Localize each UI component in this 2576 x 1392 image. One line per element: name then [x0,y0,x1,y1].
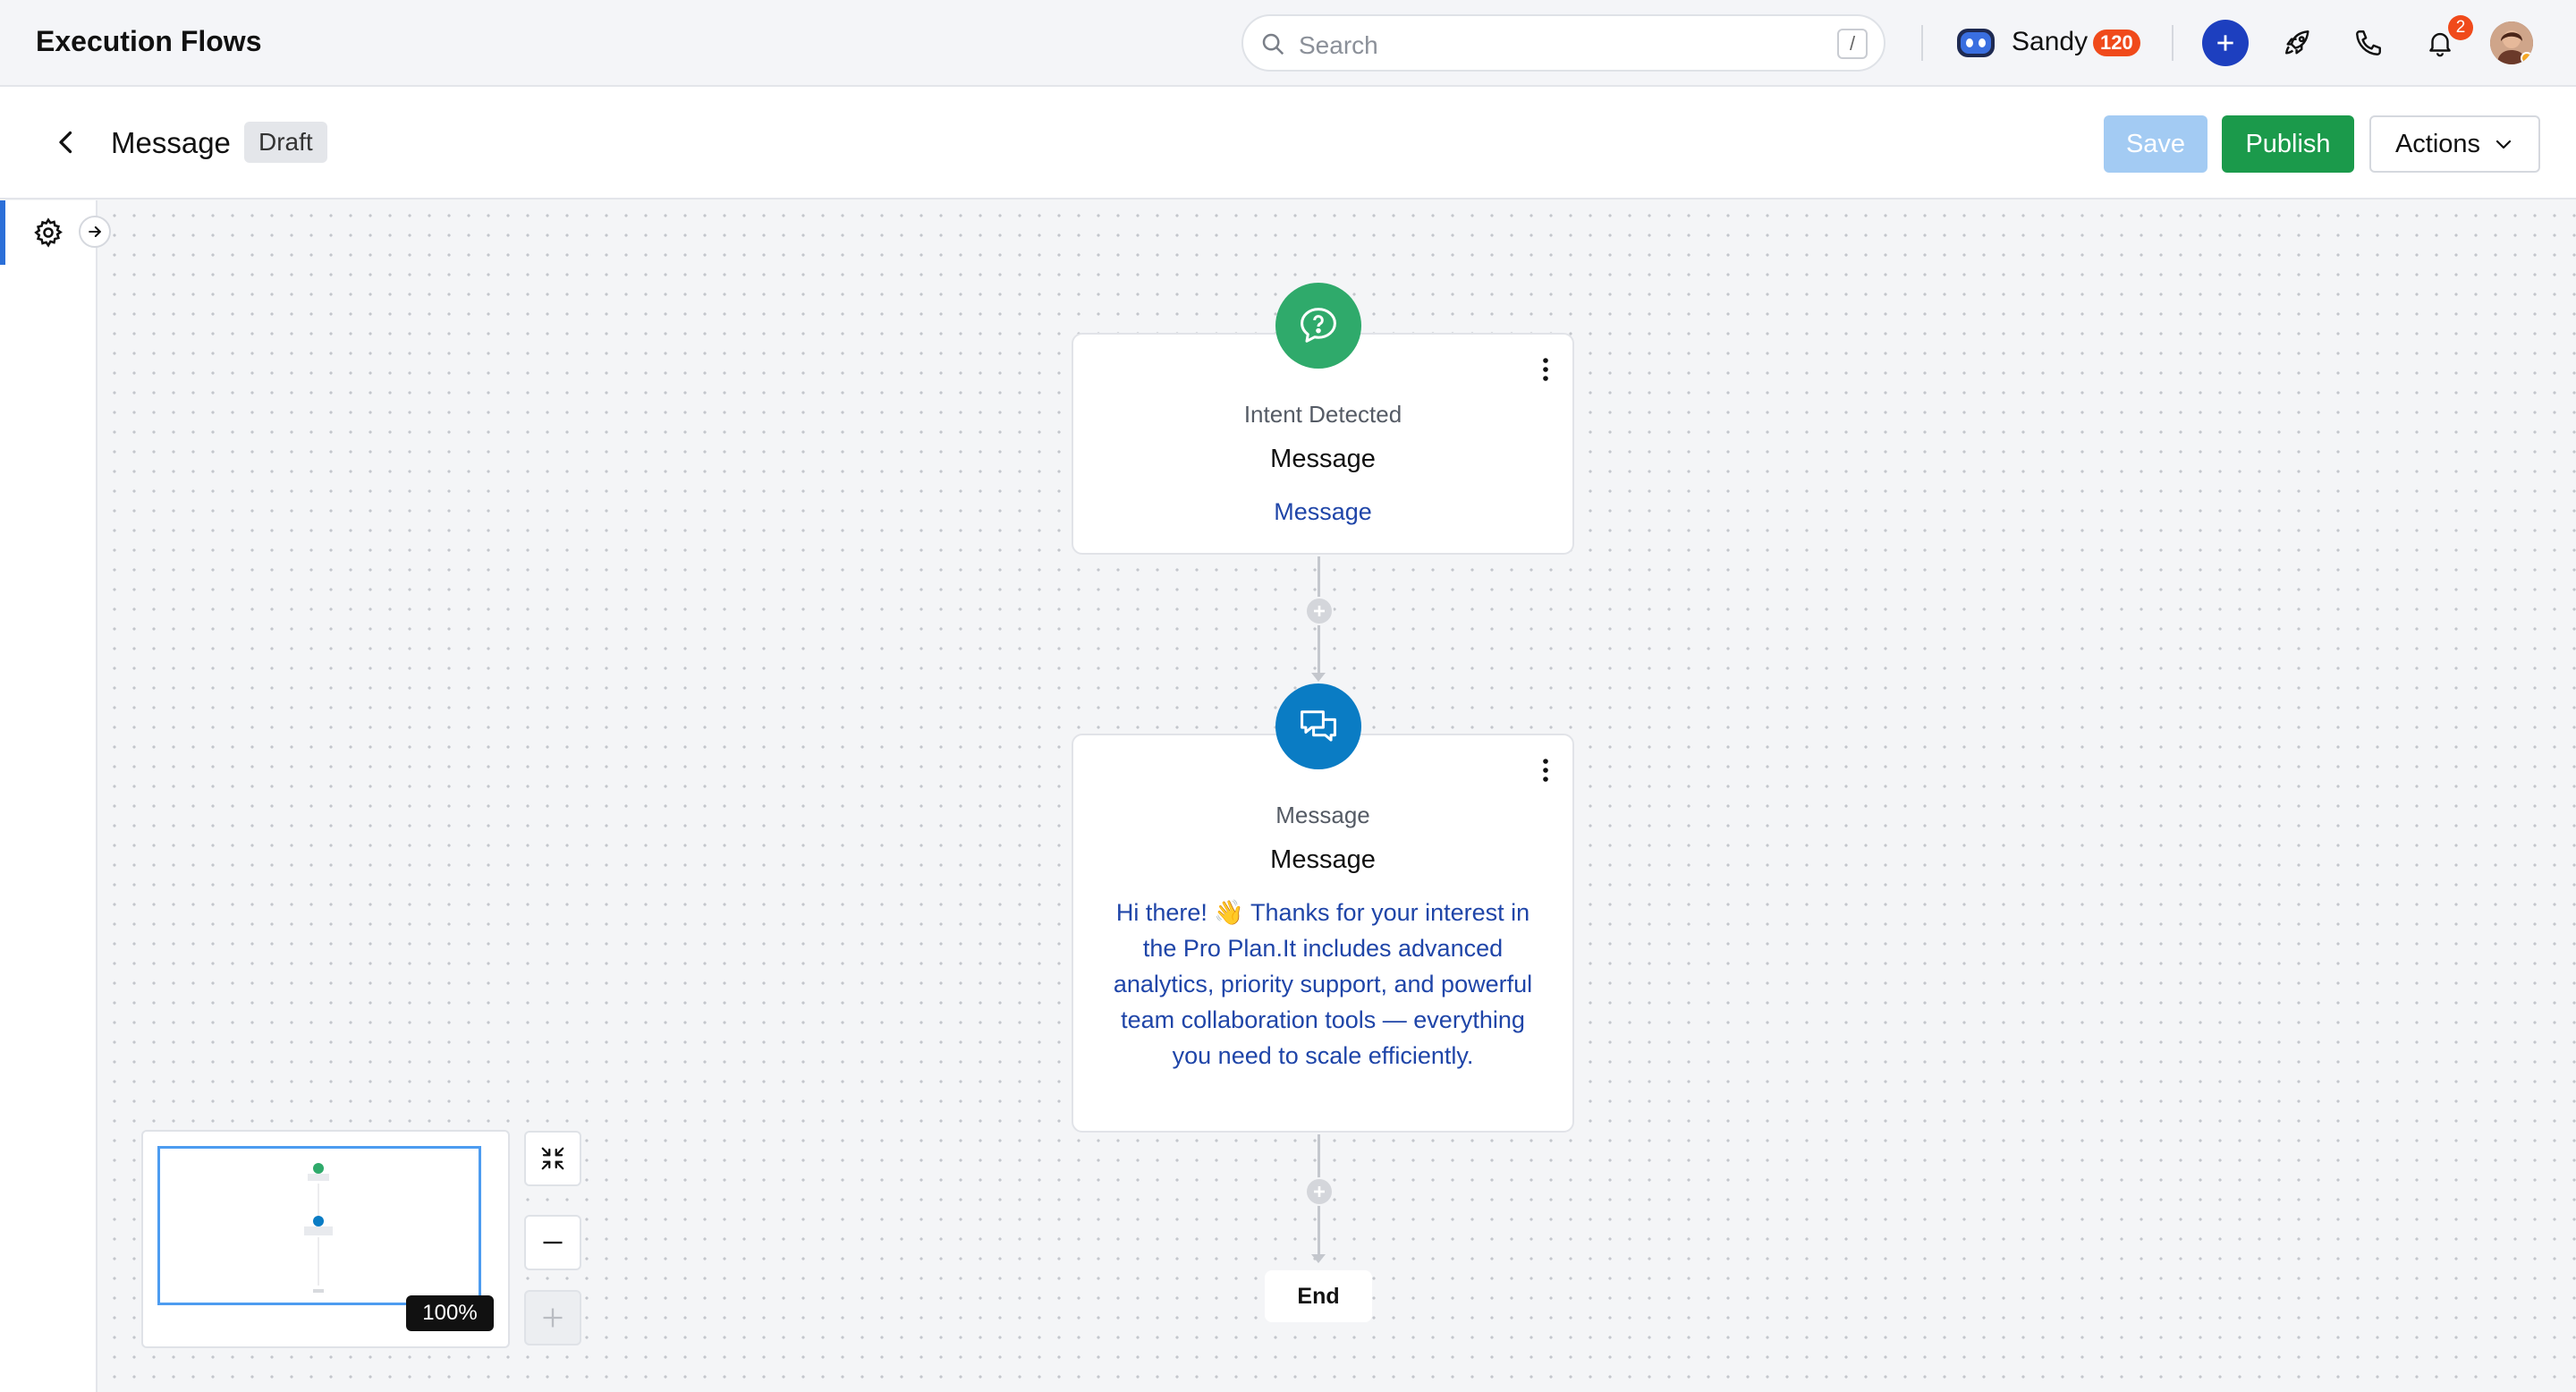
active-indicator [0,200,5,265]
connector-arrow [1311,673,1326,682]
back-arrow-icon[interactable] [50,126,82,158]
actions-dropdown[interactable]: Actions [2369,115,2540,173]
search-icon [1262,33,1284,55]
divider [1921,25,1923,61]
more-options-icon[interactable] [1540,356,1551,383]
expand-panel-button[interactable] [79,216,111,248]
status-dot [2521,52,2533,64]
zoom-level-label: 100% [406,1295,494,1331]
chevron-down-icon [2496,140,2512,149]
divider [2172,25,2174,61]
rocket-icon [2285,30,2309,55]
gear-icon[interactable] [32,216,64,249]
node-type-label: Message [1275,802,1370,828]
flow-node-message[interactable]: Message Message Hi there! 👋 Thanks for y… [1072,734,1574,1133]
help-chat-icon [1301,308,1336,343]
user-count-badge: 120 [2093,30,2140,56]
intent-node-icon [1275,283,1361,369]
plus-icon [543,1308,563,1328]
search-input[interactable]: Search / [1241,14,1885,72]
plus-icon [2217,35,2233,51]
plus-icon [1314,606,1325,616]
plus-icon [1314,1186,1325,1197]
minus-icon [543,1241,563,1244]
zoom-out-button[interactable] [524,1215,581,1270]
notification-count-badge: 2 [2448,15,2473,40]
status-badge: Draft [244,122,327,163]
more-options-icon[interactable] [1540,757,1551,784]
call-button[interactable] [2345,20,2392,66]
search-shortcut-key: / [1837,29,1868,59]
create-button[interactable] [2202,20,2249,66]
left-panel [0,200,97,1392]
actions-label: Actions [2394,129,2481,158]
phone-icon [2356,30,2381,55]
publish-button[interactable]: Publish [2222,115,2354,173]
bot-icon[interactable] [1955,27,1996,59]
top-navbar: Execution Flows Search / Sandy 120 2 [0,0,2576,87]
user-name[interactable]: Sandy [2012,27,2088,57]
save-button[interactable]: Save [2104,115,2207,173]
app-title: Execution Flows [36,25,262,57]
node-title: Message [1270,845,1376,874]
node-type-label: Intent Detected [1243,401,1402,428]
flow-name: Message [111,126,231,159]
arrow-right-icon [89,226,101,237]
user-avatar[interactable] [2490,21,2533,64]
node-body[interactable]: Message [1073,494,1572,530]
launch-button[interactable] [2275,20,2321,66]
add-step-button[interactable] [1305,597,1334,625]
add-step-button[interactable] [1305,1177,1334,1206]
connector-arrow [1311,1254,1326,1263]
search-placeholder: Search [1299,31,1378,59]
node-message-text[interactable]: Hi there! 👋 Thanks for your interest in … [1113,895,1533,1074]
fit-view-button[interactable] [524,1131,581,1186]
message-node-icon [1275,683,1361,769]
chat-bubbles-icon [1301,710,1336,742]
end-node[interactable]: End [1265,1270,1372,1322]
zoom-in-button[interactable] [524,1290,581,1345]
node-title: Message [1270,445,1376,473]
flow-header: Message Draft Save Publish Actions [0,87,2576,199]
collapse-icon [541,1147,564,1170]
